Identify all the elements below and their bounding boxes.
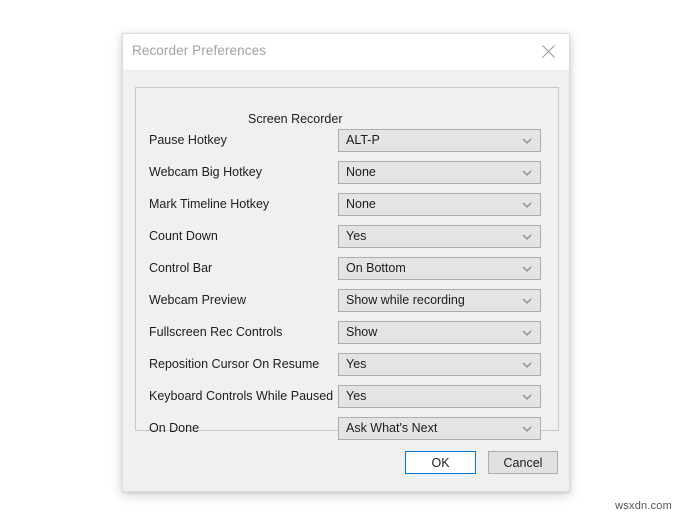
setting-dropdown-value: On Bottom [346,261,511,275]
settings-row: Webcam Preview Show while recording [123,289,571,313]
watermark: wsxdn.com [615,500,672,512]
chevron-down-icon[interactable] [521,199,533,211]
chevron-down-icon[interactable] [521,231,533,243]
settings-row: Control Bar On Bottom [123,257,571,281]
setting-dropdown-value: Yes [346,357,511,371]
settings-row: On Done Ask What's Next [123,417,571,441]
setting-dropdown-value: ALT-P [346,133,511,147]
settings-row: Webcam Big Hotkey None [123,161,571,185]
setting-dropdown-value: Yes [346,229,511,243]
setting-label: Webcam Big Hotkey [149,165,262,179]
settings-row: Fullscreen Rec Controls Show [123,321,571,345]
setting-dropdown[interactable]: None [338,161,541,184]
setting-label: Keyboard Controls While Paused [149,389,333,403]
setting-label: Mark Timeline Hotkey [149,197,269,211]
setting-dropdown[interactable]: Yes [338,353,541,376]
setting-label: On Done [149,421,199,435]
setting-dropdown-value: None [346,197,511,211]
chevron-down-icon[interactable] [521,423,533,435]
setting-dropdown-value: Show while recording [346,293,511,307]
settings-row: Keyboard Controls While Paused Yes [123,385,571,409]
settings-row: Mark Timeline Hotkey None [123,193,571,217]
settings-row: Count Down Yes [123,225,571,249]
chevron-down-icon[interactable] [521,135,533,147]
setting-dropdown[interactable]: Yes [338,225,541,248]
setting-label: Webcam Preview [149,293,246,307]
setting-label: Pause Hotkey [149,133,227,147]
setting-label: Reposition Cursor On Resume [149,357,319,371]
chevron-down-icon[interactable] [521,359,533,371]
dialog-title: Recorder Preferences [132,43,266,58]
screen-recorder-legend: Screen Recorder [244,112,347,126]
setting-dropdown[interactable]: None [338,193,541,216]
dialog-titlebar: Recorder Preferences [123,34,569,71]
setting-dropdown[interactable]: Show [338,321,541,344]
setting-dropdown[interactable]: ALT-P [338,129,541,152]
setting-label: Fullscreen Rec Controls [149,325,282,339]
cancel-button[interactable]: Cancel [488,451,558,474]
setting-dropdown[interactable]: Yes [338,385,541,408]
settings-row: Reposition Cursor On Resume Yes [123,353,571,377]
setting-label: Count Down [149,229,218,243]
chevron-down-icon[interactable] [521,295,533,307]
chevron-down-icon[interactable] [521,263,533,275]
setting-label: Control Bar [149,261,212,275]
setting-dropdown-value: None [346,165,511,179]
setting-dropdown[interactable]: On Bottom [338,257,541,280]
chevron-down-icon[interactable] [521,327,533,339]
settings-row: Pause Hotkey ALT-P [123,129,571,153]
chevron-down-icon[interactable] [521,167,533,179]
dialog-button-bar: OK Cancel [123,449,571,493]
recorder-preferences-dialog: Recorder Preferences Screen Recorder Pau… [122,33,570,492]
setting-dropdown-value: Show [346,325,511,339]
chevron-down-icon[interactable] [521,391,533,403]
setting-dropdown[interactable]: Show while recording [338,289,541,312]
ok-button[interactable]: OK [405,451,476,474]
setting-dropdown-value: Yes [346,389,511,403]
setting-dropdown[interactable]: Ask What's Next [338,417,541,440]
setting-dropdown-value: Ask What's Next [346,421,511,435]
close-icon[interactable] [527,34,569,69]
